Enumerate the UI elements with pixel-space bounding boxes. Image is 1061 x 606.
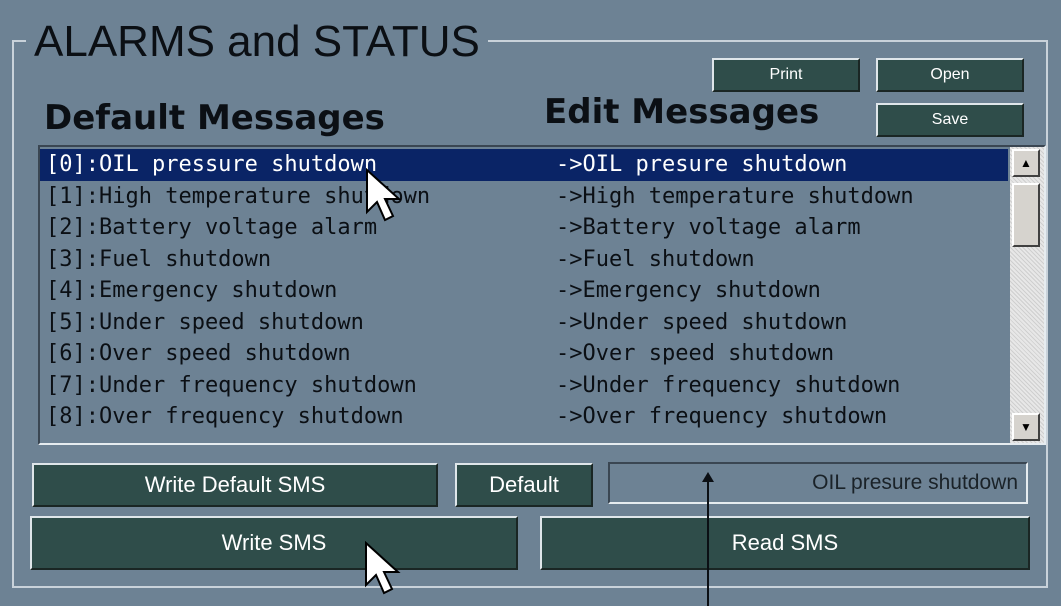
default-message-text: [3]:Fuel shutdown: [46, 246, 272, 272]
edit-message-text: ->High temperature shutdown: [556, 183, 914, 209]
scroll-up-arrow-icon[interactable]: ▲: [1012, 149, 1040, 177]
default-message-text: [4]:Emergency shutdown: [46, 278, 338, 303]
edit-message-text: ->Over speed shutdown: [556, 341, 835, 366]
edit-messages-heading: Edit Messages: [544, 92, 820, 132]
list-item[interactable]: [2]:Battery voltage alarm ->Battery volta…: [40, 212, 1008, 244]
write-default-sms-button[interactable]: Write Default SMS: [32, 463, 438, 507]
default-message-text: [8]:Over frequency shutdown: [46, 404, 404, 429]
edit-message-text: ->Emergency shutdown: [556, 278, 821, 303]
edit-message-text: ->Under speed shutdown: [556, 309, 848, 335]
messages-listbox[interactable]: [0]:OIL pressure shutdown ->OIL presure s…: [38, 145, 1046, 445]
edit-message-text: ->Battery voltage alarm: [556, 215, 861, 240]
edit-message-field[interactable]: OIL presure shutdown: [608, 462, 1028, 504]
messages-list: [0]:OIL pressure shutdown ->OIL presure s…: [40, 149, 1008, 433]
default-messages-heading: Default Messages: [44, 98, 385, 138]
print-button[interactable]: Print: [712, 58, 860, 92]
list-item[interactable]: [4]:Emergency shutdown ->Emergency shutdo…: [40, 275, 1008, 307]
list-item[interactable]: [8]:Over frequency shutdown ->Over freque…: [40, 401, 1008, 433]
panel-title: ALARMS and STATUS: [26, 18, 488, 66]
save-button[interactable]: Save: [876, 103, 1024, 137]
default-button[interactable]: Default: [455, 463, 593, 507]
edit-message-text: ->Under frequency shutdown: [556, 372, 901, 398]
mouse-pointer-icon: [366, 168, 402, 222]
edit-message-text: ->Fuel shutdown: [556, 246, 755, 272]
mouse-pointer-icon: [365, 541, 401, 595]
list-item[interactable]: [6]:Over speed shutdown ->Over speed shut…: [40, 338, 1008, 370]
edit-message-text: ->Over frequency shutdown: [556, 404, 888, 429]
list-item[interactable]: [5]:Under speed shutdown ->Under speed sh…: [40, 307, 1008, 339]
list-item[interactable]: [0]:OIL pressure shutdown ->OIL presure s…: [40, 149, 1008, 181]
list-item[interactable]: [3]:Fuel shutdown ->Fuel shutdown: [40, 244, 1008, 276]
list-item[interactable]: [1]:High temperature shutdown ->High temp…: [40, 181, 1008, 213]
vertical-scrollbar[interactable]: ▲ ▼: [1010, 147, 1044, 443]
default-message-text: [5]:Under speed shutdown: [46, 309, 364, 335]
default-message-text: [2]:Battery voltage alarm: [46, 215, 378, 240]
list-item[interactable]: [7]:Under frequency shutdown ->Under freq…: [40, 370, 1008, 402]
read-sms-button[interactable]: Read SMS: [540, 516, 1030, 570]
write-sms-button[interactable]: Write SMS: [30, 516, 518, 570]
scroll-down-arrow-icon[interactable]: ▼: [1012, 413, 1040, 441]
scroll-thumb[interactable]: [1012, 183, 1040, 247]
default-message-text: [7]:Under frequency shutdown: [46, 372, 417, 398]
edit-message-text: ->OIL presure shutdown: [556, 152, 848, 177]
annotation-arrow-icon: [702, 472, 714, 482]
open-button[interactable]: Open: [876, 58, 1024, 92]
annotation-arrow-line: [707, 478, 709, 606]
default-message-text: [0]:OIL pressure shutdown: [46, 152, 378, 177]
default-message-text: [6]:Over speed shutdown: [46, 341, 351, 366]
